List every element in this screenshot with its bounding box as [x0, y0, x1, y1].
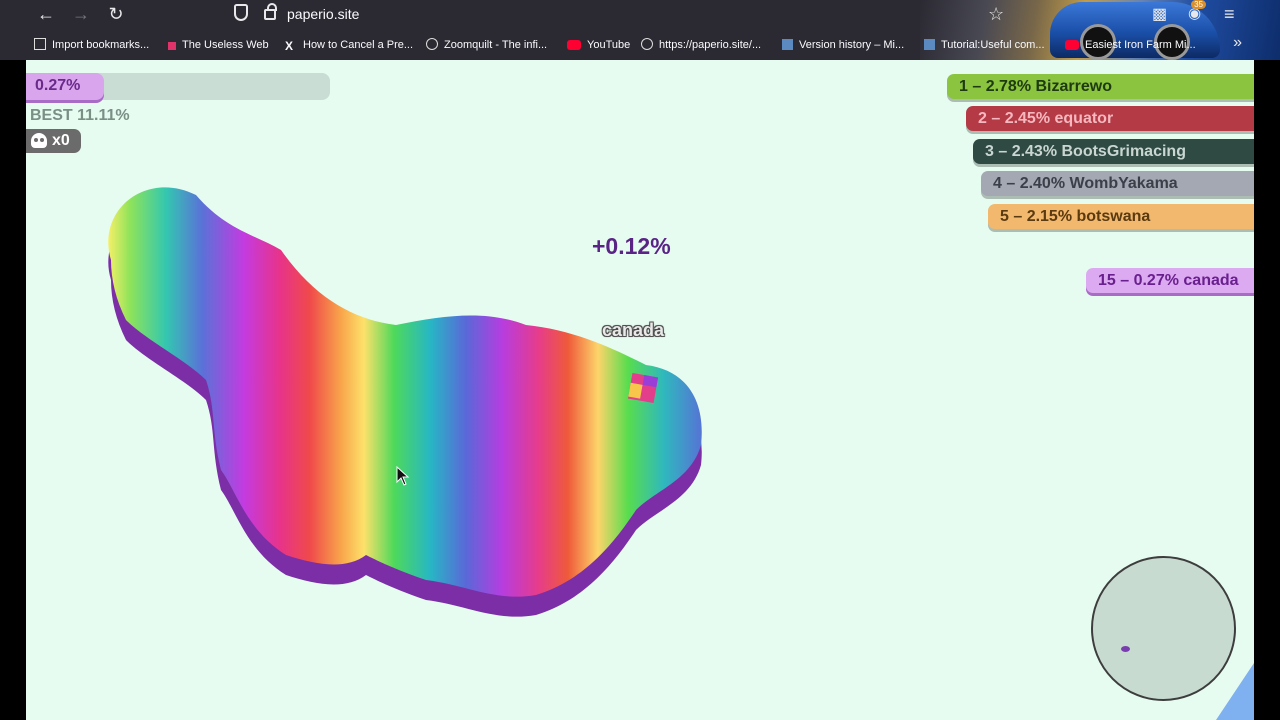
leaderboard-entry-1: 1 – 2.78% Bizarrewo [947, 74, 1254, 99]
territory-gain-popup: +0.12% [592, 233, 671, 259]
forward-icon[interactable]: → [69, 2, 93, 26]
bookmark-item[interactable]: Zoomquilt - The infi... [426, 36, 547, 54]
bookmark-item[interactable]: X How to Cancel a Pre... [285, 36, 413, 54]
shield-icon[interactable] [234, 4, 248, 21]
reload-icon[interactable]: ↻ [104, 2, 128, 26]
territory-percent: 0.27% [35, 77, 81, 94]
lock-icon[interactable] [264, 3, 277, 20]
window-border [1254, 60, 1280, 720]
useless-web-icon [168, 42, 176, 50]
kill-counter: x0 [26, 129, 81, 153]
globe-icon [641, 38, 653, 50]
url-text[interactable]: paperio.site [287, 6, 359, 22]
bookmark-item[interactable]: Tutorial:Useful com... [924, 36, 1045, 54]
address-bar[interactable]: paperio.site [230, 2, 930, 28]
bookmark-item[interactable]: Version history – Mi... [782, 36, 904, 54]
leaderboard-self-rank: 15 – 0.27% canada [1086, 268, 1254, 293]
bookmark-item[interactable]: Import bookmarks... [34, 36, 149, 54]
leaderboard-entry-2: 2 – 2.45% equator [966, 106, 1254, 131]
extensions-badge: 35 [1191, 0, 1206, 9]
minecraft-wiki-icon [782, 39, 793, 50]
window-border [0, 60, 26, 720]
bookmark-item[interactable]: The Useless Web [168, 36, 269, 54]
minimap [1091, 556, 1236, 701]
skull-icon [31, 133, 47, 148]
offmap-edge [1216, 660, 1254, 720]
leaderboard-entry-4: 4 – 2.40% WombYakama [981, 171, 1254, 196]
browser-toolbar: ← → ↻ paperio.site ☆ ▩ ◉ 35 ≡ Import boo… [0, 0, 1280, 60]
player-avatar [627, 372, 659, 404]
bookmark-item[interactable]: YouTube [567, 36, 630, 54]
bookmarks-overflow-icon[interactable]: » [1233, 34, 1242, 52]
leaderboard-entry-5: 5 – 2.15% botswana [988, 204, 1254, 229]
back-icon[interactable]: ← [34, 2, 58, 26]
menu-icon[interactable]: ≡ [1224, 4, 1235, 25]
youtube-icon [1065, 40, 1079, 50]
x-logo-icon: X [285, 39, 294, 53]
kill-count: x0 [52, 132, 70, 149]
bookmark-star-icon[interactable]: ☆ [988, 4, 1004, 25]
youtube-icon [567, 40, 581, 50]
import-icon [34, 38, 46, 50]
bookmark-item[interactable]: Easiest Iron Farm Mi... [1065, 36, 1196, 54]
globe-icon [426, 38, 438, 50]
minimap-player-marker [1121, 646, 1130, 652]
bookmark-item[interactable]: https://paperio.site/... [641, 36, 761, 54]
extensions-icon[interactable]: ▩ [1152, 4, 1167, 24]
territory-progress-bar: 0.27% [26, 73, 330, 100]
leaderboard-entry-3: 3 – 2.43% BootsGrimacing [973, 139, 1254, 164]
game-canvas[interactable]: 0.27% BEST 11.11% x0 1 – 2.78% Bizarrewo… [26, 60, 1254, 720]
mouse-cursor-icon [396, 466, 410, 486]
player-name-label: canada [602, 320, 665, 340]
minecraft-wiki-icon [924, 39, 935, 50]
best-score: BEST 11.11% [30, 107, 130, 124]
